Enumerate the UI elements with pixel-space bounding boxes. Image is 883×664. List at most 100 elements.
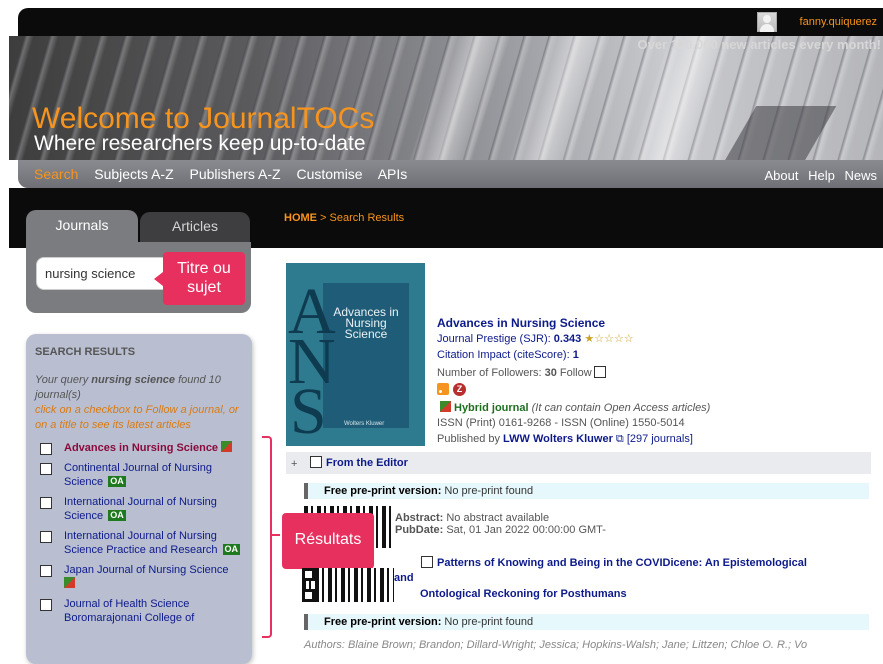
prestige-value: 0.343: [553, 333, 582, 345]
hybrid-icon: [440, 401, 451, 412]
article-title-line2[interactable]: Ontological Reckoning for Posthumans: [420, 588, 627, 600]
prestige-label: Journal Prestige (SJR):: [437, 333, 554, 345]
follow-checkbox[interactable]: [40, 443, 52, 455]
nav-right-group: About Help News: [759, 168, 878, 183]
journal-issn: ISSN (Print) 0161-9268 - ISSN (Online) 1…: [437, 417, 685, 429]
annotation-bracket-tick: [272, 534, 280, 536]
citation-value: 1: [572, 349, 579, 361]
article-title[interactable]: From the Editor: [326, 457, 408, 469]
tagline: Over 120,000 new articles every month!: [637, 37, 881, 52]
qr-code-icon: [302, 568, 394, 602]
list-item: Japan Journal of Nursing Science: [40, 563, 245, 591]
article-checkbox[interactable]: [421, 556, 433, 568]
article-title[interactable]: Patterns of Knowing and Being in the COV…: [437, 557, 807, 569]
journal-link[interactable]: Journal of Health Science Boromarajonani…: [64, 598, 194, 624]
nav-help[interactable]: Help: [808, 168, 835, 183]
search-results-list: Advances in Nursing Science Continental …: [40, 441, 245, 631]
list-item: Continental Journal of Nursing Science O…: [40, 461, 245, 489]
banner-page-shape: [401, 36, 517, 160]
qr-corner: [302, 589, 315, 602]
site-subtitle: Where researchers keep up-to-date: [34, 132, 366, 155]
username-link[interactable]: fanny.quiquerez: [800, 16, 877, 28]
pubdate-info: PubDate: Sat, 01 Jan 2022 00:00:00 GMT-: [395, 524, 606, 536]
publisher-link[interactable]: LWW Wolters Kluwer: [503, 433, 613, 445]
nav-customise[interactable]: Customise: [296, 166, 362, 182]
followers-value: 30: [544, 367, 557, 379]
nav-left-group: Search Subjects A-Z Publishers A-Z Custo…: [34, 166, 419, 182]
banner-shadow-shape: [721, 106, 837, 160]
journal-link[interactable]: International Journal of Nursing Science: [64, 496, 217, 522]
prestige-stars-icon: ★☆☆☆☆: [584, 333, 634, 345]
hybrid-note: (It can contain Open Access articles): [531, 402, 711, 414]
user-avatar-icon[interactable]: [757, 12, 777, 32]
cover-title: Advances in Nursing Science: [333, 305, 399, 341]
banner-page-shape: [621, 36, 737, 160]
banner-page-shape: [501, 36, 617, 160]
tab-articles[interactable]: Articles: [140, 212, 250, 242]
journal-followers: Number of Followers: 30 Follow: [437, 366, 606, 379]
hybrid-icon: [64, 577, 75, 588]
article-checkbox[interactable]: [310, 456, 322, 468]
follow-label: Follow: [559, 367, 592, 379]
nav-about[interactable]: About: [765, 168, 799, 183]
publisher-prefix: Published by: [437, 433, 504, 445]
breadcrumb: HOME > Search Results: [284, 212, 404, 224]
preprint-value: No pre-print found: [441, 485, 534, 497]
journal-link[interactable]: International Journal of Nursing Science…: [64, 530, 217, 556]
journal-cover-image: A N S Advances in Nursing Science Wolter…: [286, 263, 425, 446]
qr-corner: [302, 568, 315, 581]
article-title-and[interactable]: and: [394, 572, 414, 584]
follow-checkbox[interactable]: [40, 497, 52, 509]
follow-checkbox[interactable]: [40, 531, 52, 543]
expand-icon[interactable]: +: [291, 458, 297, 470]
journal-link[interactable]: Japan Journal of Nursing Science: [64, 564, 228, 576]
hybrid-journal-line: Hybrid journal (It can contain Open Acce…: [440, 401, 710, 414]
results-info-prefix: Your query: [35, 374, 92, 386]
preprint-label: Free pre-print version:: [324, 485, 442, 497]
followers-label: Number of Followers:: [437, 367, 545, 379]
authors-label: Authors:: [304, 639, 345, 651]
preprint-info: Free pre-print version: No pre-print fou…: [304, 614, 869, 630]
list-item: International Journal of Nursing Science…: [40, 495, 245, 523]
journal-prestige: Journal Prestige (SJR): 0.343 ★☆☆☆☆: [437, 332, 634, 345]
search-results-info: Your query nursing science found 10 jour…: [35, 373, 245, 433]
breadcrumb-home[interactable]: HOME: [284, 212, 317, 224]
preprint-label: Free pre-print version:: [324, 616, 442, 628]
zotero-icon[interactable]: Z: [453, 383, 466, 396]
hybrid-icon: [221, 441, 233, 452]
rss-icon[interactable]: [437, 383, 449, 395]
hybrid-label: Hybrid journal: [454, 402, 529, 414]
abstract-value: No abstract available: [443, 512, 550, 524]
nav-subjects[interactable]: Subjects A-Z: [94, 166, 173, 182]
journal-title[interactable]: Advances in Nursing Science: [437, 316, 605, 330]
top-bar: fanny.quiquerez: [18, 8, 883, 36]
breadcrumb-current: > Search Results: [317, 212, 405, 224]
main-nav: Search Subjects A-Z Publishers A-Z Custo…: [18, 160, 883, 188]
follow-checkbox[interactable]: [40, 599, 52, 611]
nav-search[interactable]: Search: [34, 166, 78, 182]
citation-label: Citation Impact (citeScore):: [437, 349, 573, 361]
preprint-info: Free pre-print version: No pre-print fou…: [304, 483, 869, 499]
results-info-query: nursing science: [91, 374, 176, 386]
journal-citation: Citation Impact (citeScore): 1: [437, 349, 579, 361]
open-access-badge: OA: [108, 510, 126, 521]
annotation-bracket: [262, 436, 272, 638]
publisher-journals-link[interactable]: [297 journals]: [627, 433, 693, 445]
follow-checkbox[interactable]: [40, 463, 52, 475]
nav-news[interactable]: News: [844, 168, 877, 183]
header-banner: Over 120,000 new articles every month! W…: [9, 36, 883, 160]
journal-link[interactable]: Continental Journal of Nursing Science: [64, 462, 212, 488]
authors-value: Blaine Brown; Brandon; Dillard-Wright; J…: [344, 639, 808, 651]
follow-checkbox[interactable]: [40, 565, 52, 577]
nav-publishers[interactable]: Publishers A-Z: [190, 166, 281, 182]
tab-journals[interactable]: Journals: [26, 210, 138, 242]
journal-publisher: Published by LWW Wolters Kluwer ⧉ [297 j…: [437, 433, 693, 446]
nav-apis[interactable]: APIs: [378, 166, 408, 182]
annotation-resultats-callout: Résultats: [282, 513, 374, 569]
follow-checkbox[interactable]: [593, 366, 606, 378]
journal-link[interactable]: Advances in Nursing Science: [64, 442, 218, 454]
external-link-icon: ⧉: [615, 433, 624, 445]
site-title: Welcome to JournalTOCs: [32, 102, 375, 135]
cover-letter-s: S: [290, 375, 327, 446]
preprint-value: No pre-print found: [441, 616, 534, 628]
